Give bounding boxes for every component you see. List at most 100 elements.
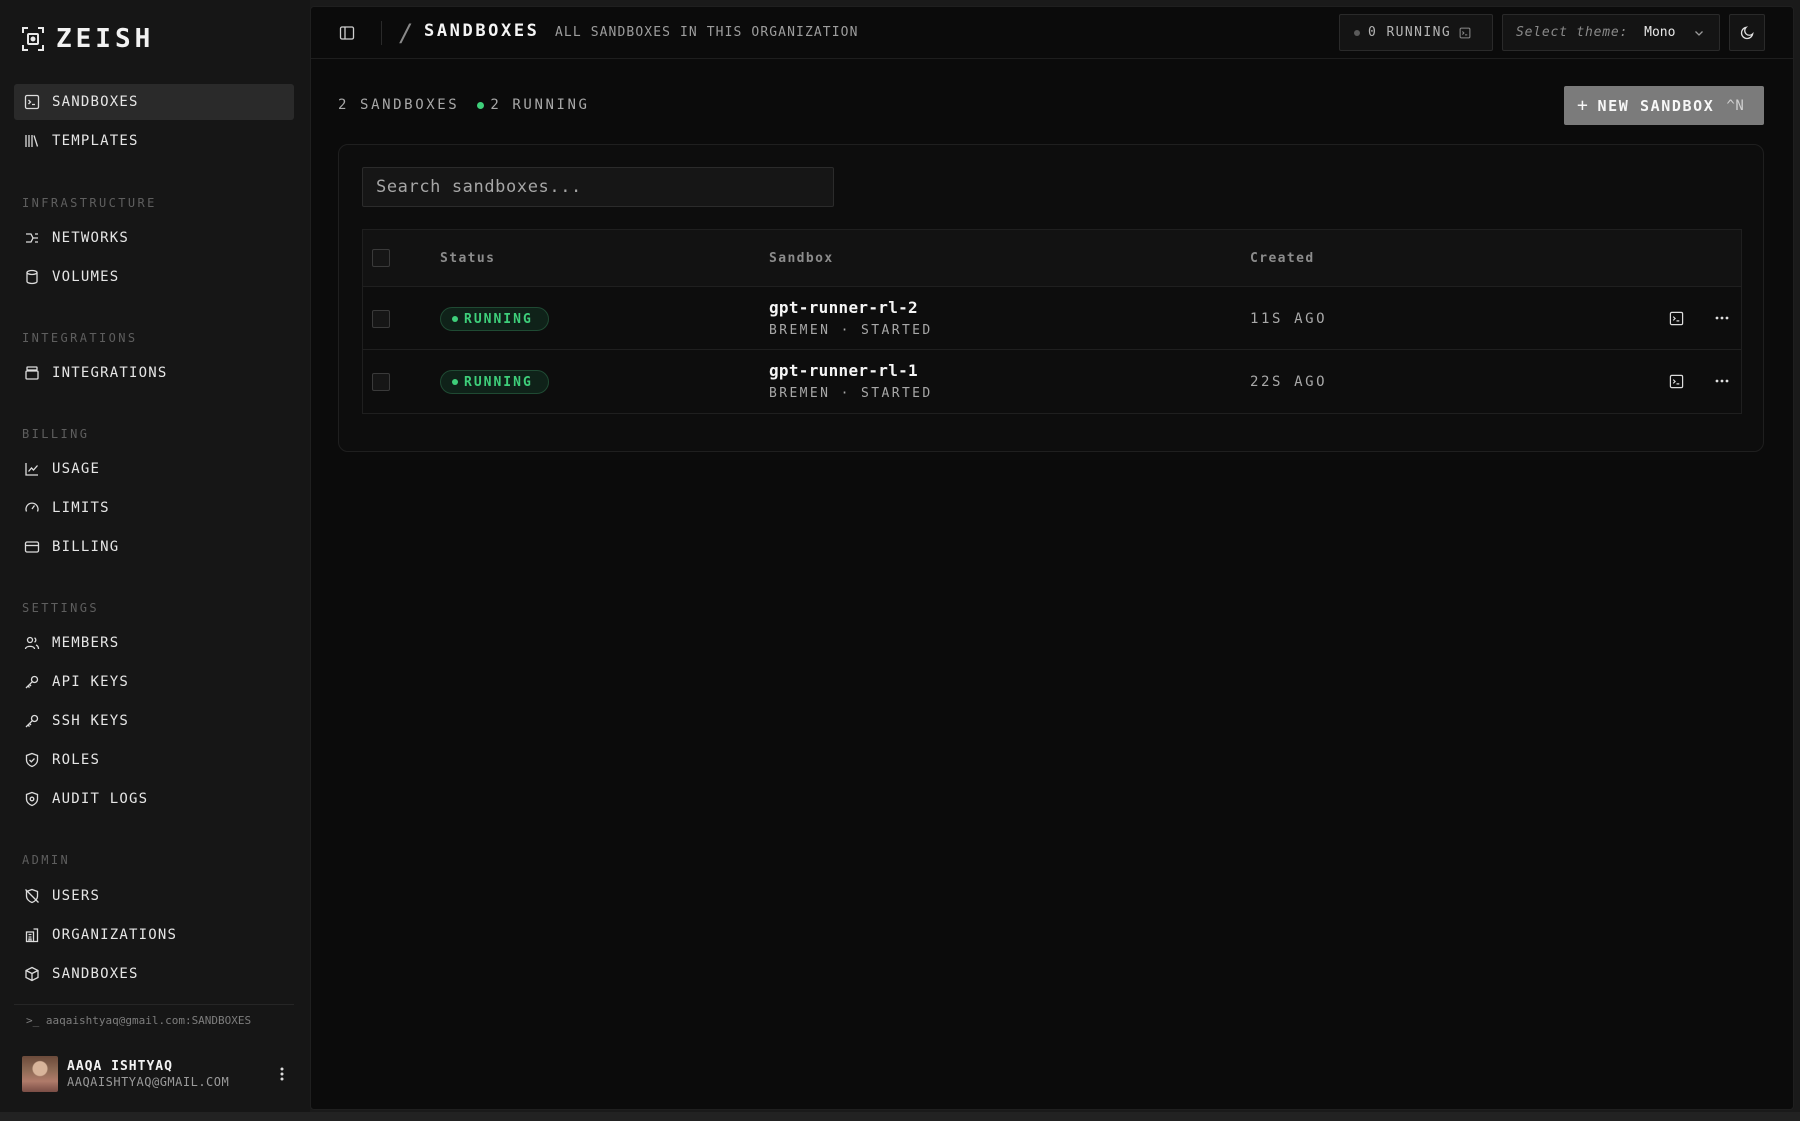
section-integrations: INTEGRATIONS [22,331,138,345]
sidebar-item-organizations[interactable]: ORGANIZATIONS [14,917,294,953]
sidebar-item-label: SANDBOXES [52,966,139,982]
sandbox-meta: BREMEN · STARTED [769,323,933,338]
column-header-created[interactable]: Created [1250,251,1315,266]
theme-select[interactable]: Select theme: Mono [1502,14,1720,51]
sidebar-item-users[interactable]: USERS [14,878,294,914]
database-icon [26,269,38,285]
sandbox-name[interactable]: gpt-runner-rl-1 [769,361,918,380]
sidebar-item-billing[interactable]: BILLING [14,529,294,565]
sidebar-item-roles[interactable]: ROLES [14,742,294,778]
theme-select-label: Select theme: [1516,25,1629,40]
theme-mode-toggle-button[interactable] [1729,14,1765,51]
plus-icon: + [1577,95,1590,116]
row-checkbox[interactable] [372,310,390,328]
user-menu-button[interactable] [272,1062,292,1086]
page-title: SANDBOXES [424,21,540,41]
sidebar-item-usage[interactable]: USAGE [14,451,294,487]
sandbox-name[interactable]: gpt-runner-rl-2 [769,298,918,317]
topbar: / SANDBOXES ALL SANDBOXES IN THIS ORGANI… [311,7,1793,59]
sidebar-item-api-keys[interactable]: API KEYS [14,664,294,700]
breadcrumb-separator: / [399,19,414,47]
sandbox-summary: 2 SANDBOXES 2 RUNNING [338,97,590,113]
sidebar-item-sandboxes[interactable]: SANDBOXES [14,84,294,120]
theme-select-value: Mono [1644,25,1676,40]
row-checkbox[interactable] [372,373,390,391]
status-dot [452,379,458,385]
sidebar-item-ssh-keys[interactable]: SSH KEYS [14,703,294,739]
running-indicator-button[interactable]: 0 RUNNING [1339,14,1493,51]
window-bottom-edge [0,1112,1800,1121]
sidebar-item-templates[interactable]: TEMPLATES [14,123,294,159]
sandboxes-table: Status Sandbox Created RUNNING gpt-runne… [362,229,1742,414]
cli-context: >_ aaqaishtyaq@gmail.com:SANDBOXES [26,1014,252,1027]
key-icon [25,675,39,689]
shield-check-icon [25,752,39,768]
terminal-square-icon [1459,27,1471,38]
status-badge: RUNNING [440,370,549,394]
sidebar-item-volumes[interactable]: VOLUMES [14,259,294,295]
open-terminal-button[interactable] [1667,372,1685,390]
more-vertical-icon [280,1067,284,1081]
status-label: RUNNING [464,374,533,390]
table-header: Status Sandbox Created [363,230,1741,287]
row-actions-button[interactable] [1713,309,1731,327]
section-admin: ADMIN [22,853,71,867]
main-panel: / SANDBOXES ALL SANDBOXES IN THIS ORGANI… [310,6,1794,1110]
status-badge: RUNNING [440,307,549,331]
section-settings: SETTINGS [22,601,99,615]
sandboxes-card: Status Sandbox Created RUNNING gpt-runne… [338,144,1764,452]
select-all-checkbox[interactable] [372,249,390,267]
app-root: ZEISH SANDBOXES TEMPLATES INFRASTRUCTURE… [0,0,1800,1121]
sidebar-item-label: API KEYS [52,674,130,690]
sidebar-item-integrations[interactable]: INTEGRATIONS [14,355,294,391]
search-input[interactable] [362,167,834,207]
sidebar: ZEISH SANDBOXES TEMPLATES INFRASTRUCTURE… [0,0,310,1121]
sidebar-item-label: ORGANIZATIONS [52,927,178,943]
sidebar-item-label: SANDBOXES [52,94,139,110]
user-email: AAQAISHTYAQ@GMAIL.COM [67,1075,230,1089]
new-sandbox-label: NEW SANDBOX [1597,96,1715,115]
new-sandbox-button[interactable]: + NEW SANDBOX ^N [1564,86,1764,125]
logo[interactable]: ZEISH [20,24,154,54]
running-dot [477,101,485,109]
table-row[interactable]: RUNNING gpt-runner-rl-1 BREMEN · STARTED… [363,350,1741,413]
sidebar-item-label: TEMPLATES [52,133,139,149]
user-profile[interactable]: AAQA ISHTYAQ AAQAISHTYAQ@GMAIL.COM [22,1056,292,1092]
keyboard-shortcut: ^N [1726,97,1745,114]
status-label: RUNNING [464,311,533,327]
user-info: AAQA ISHTYAQ AAQAISHTYAQ@GMAIL.COM [67,1059,229,1089]
sidebar-toggle-button[interactable] [337,23,357,43]
sidebar-item-networks[interactable]: NETWORKS [14,220,294,256]
more-horizontal-icon [1715,379,1729,383]
open-terminal-button[interactable] [1667,309,1685,327]
column-header-status[interactable]: Status [440,251,495,266]
credit-card-icon [24,541,40,553]
sidebar-item-limits[interactable]: LIMITS [14,490,294,526]
chevron-down-icon [1695,30,1703,36]
sidebar-item-label: USAGE [52,461,101,477]
running-indicator-label: 0 RUNNING [1368,25,1452,40]
table-row[interactable]: RUNNING gpt-runner-rl-2 BREMEN · STARTED… [363,287,1741,350]
shield-icon [25,791,39,807]
sidebar-item-admin-sandboxes[interactable]: SANDBOXES [14,956,294,992]
sandbox-count: 2 SANDBOXES [338,97,460,113]
row-actions-button[interactable] [1713,372,1731,390]
sandbox-meta: BREMEN · STARTED [769,386,933,401]
sidebar-item-members[interactable]: MEMBERS [14,625,294,661]
sidebar-item-label: ROLES [52,752,101,768]
sidebar-divider [14,1004,294,1005]
layers-icon [25,366,39,380]
avatar [22,1056,58,1092]
sidebar-item-label: NETWORKS [52,230,130,246]
running-count: 2 RUNNING [490,97,590,113]
sidebar-item-label: VOLUMES [52,269,120,285]
terminal-square-icon [24,94,40,110]
column-header-sandbox[interactable]: Sandbox [769,251,834,266]
topbar-divider [381,21,382,45]
sidebar-item-audit-logs[interactable]: AUDIT LOGS [14,781,294,817]
gauge-icon [25,502,39,512]
panel-left-icon [339,26,355,40]
more-horizontal-icon [1715,316,1729,320]
app-name: ZEISH [56,24,155,54]
section-infrastructure: INFRASTRUCTURE [22,196,157,210]
